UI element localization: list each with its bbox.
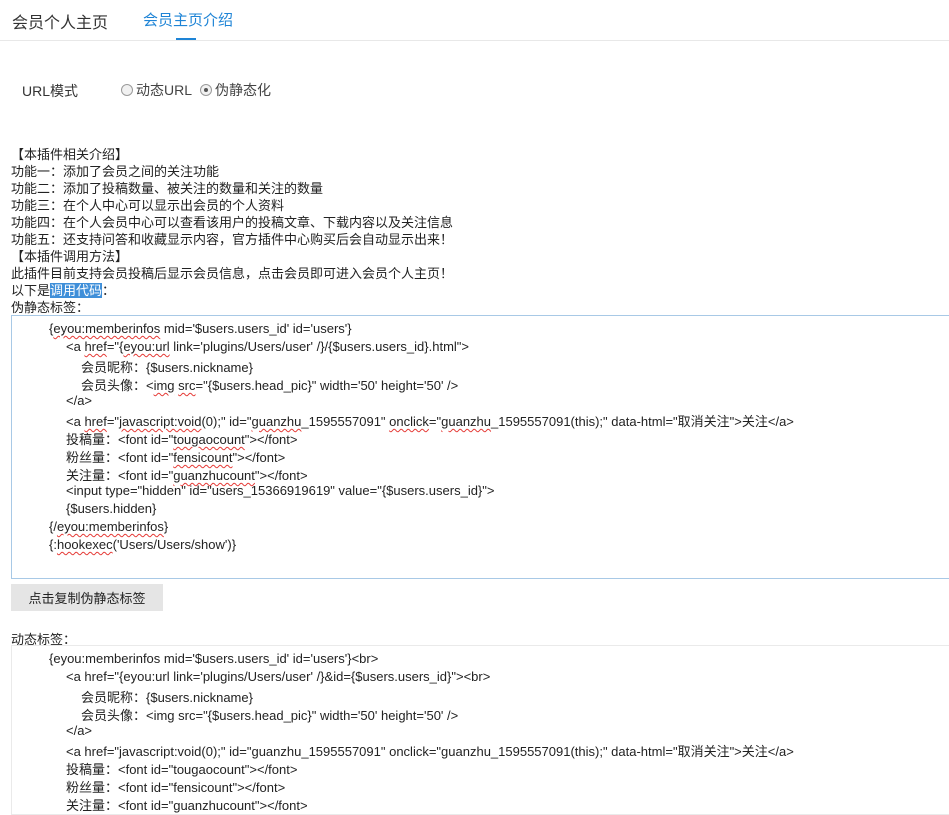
code-line: <a href="{eyou:url link='plugins/Users/u…	[66, 669, 491, 684]
tab-member-homepage[interactable]: 会员个人主页	[12, 9, 108, 33]
active-tab-indicator	[176, 38, 196, 40]
intro-line: 功能五：还支持问答和收藏显示内容，官方插件中心购买后会自动显示出来！	[11, 232, 454, 247]
code-line: 会员头像：<img src="{$users.head_pic}" width=…	[81, 708, 459, 723]
static-code-textarea[interactable]: {eyou:memberinfos mid='$users.users_id' …	[11, 315, 949, 579]
code-line: <a href="javascript:void(0);" id="guanzh…	[66, 744, 794, 759]
plugin-intro: 【本插件相关介绍】 功能一：添加了会员之间的关注功能 功能二：添加了投稿数量、被…	[11, 146, 941, 316]
copy-static-tag-button[interactable]: 点击复制伪静态标签	[11, 584, 163, 611]
dynamic-code-textarea[interactable]: {eyou:memberinfos mid='$users.users_id' …	[11, 645, 949, 815]
code-line: {/eyou:memberinfos}	[49, 519, 169, 534]
url-mode-label: URL模式	[22, 83, 79, 99]
code-line: 关注量：<font id="guanzhucount"></font>	[66, 468, 308, 483]
tab-member-homepage-intro[interactable]: 会员主页介绍	[143, 9, 233, 30]
radio-checked-icon[interactable]	[200, 84, 212, 96]
code-line: <a href="{eyou:url link='plugins/Users/u…	[66, 339, 469, 354]
code-line: 粉丝量：<font id="fensicount"></font>	[66, 780, 286, 795]
radio-dynamic-url-label: 动态URL	[136, 82, 193, 98]
code-line: {:hookexec('Users/Users/show')}	[49, 537, 237, 552]
code-line: 会员昵称：{$users.nickname}	[81, 360, 253, 375]
code-line: </a>	[66, 723, 93, 738]
code-line: <a href="javascript:void(0);" id="guanzh…	[66, 414, 794, 429]
code-line: 会员昵称：{$users.nickname}	[81, 690, 253, 705]
code-intro-prefix: 以下是	[11, 283, 51, 298]
code-line: 会员头像：<img src="{$users.head_pic}" width=…	[81, 378, 459, 393]
code-line: {$users.hidden}	[66, 501, 157, 516]
code-line: {eyou:memberinfos mid='$users.users_id' …	[49, 651, 379, 666]
intro-line: 功能三：在个人中心可以显示出会员的个人资料	[11, 198, 285, 213]
code-intro-suffix: ：	[102, 283, 116, 298]
tab-bar: 会员个人主页 会员主页介绍	[0, 0, 949, 41]
intro-line: 功能四：在个人会员中心可以查看该用户的投稿文章、下载内容以及关注信息	[11, 215, 454, 230]
intro-line: 【本插件调用方法】	[11, 249, 129, 264]
code-line: 投稿量：<font id="tougaocount"></font>	[66, 762, 298, 777]
radio-dynamic-url[interactable]: 动态URL	[121, 80, 192, 100]
radio-pseudo-static-label: 伪静态化	[215, 82, 271, 98]
code-intro-highlight: 调用代码	[50, 283, 103, 298]
static-tag-label: 伪静态标签：	[11, 300, 90, 315]
intro-line: 功能二：添加了投稿数量、被关注的数量和关注的数量	[11, 181, 324, 196]
intro-line: 功能一：添加了会员之间的关注功能	[11, 164, 220, 179]
code-line: 投稿量：<font id="tougaocount"></font>	[66, 432, 298, 447]
intro-line: 此插件目前支持会员投稿后显示会员信息，点击会员即可进入会员个人主页！	[11, 266, 454, 281]
code-line: 粉丝量：<font id="fensicount"></font>	[66, 450, 286, 465]
code-line: </a>	[66, 393, 93, 408]
radio-pseudo-static[interactable]: 伪静态化	[200, 80, 271, 100]
intro-line: 【本插件相关介绍】	[11, 147, 129, 162]
code-intro-line: 以下是调用代码：	[11, 282, 941, 299]
radio-unchecked-icon[interactable]	[121, 84, 133, 96]
code-line: <input type="hidden" id="users_153669196…	[66, 483, 495, 498]
code-line: {eyou:memberinfos mid='$users.users_id' …	[49, 321, 352, 336]
code-line: 关注量：<font id="guanzhucount"></font>	[66, 798, 308, 813]
